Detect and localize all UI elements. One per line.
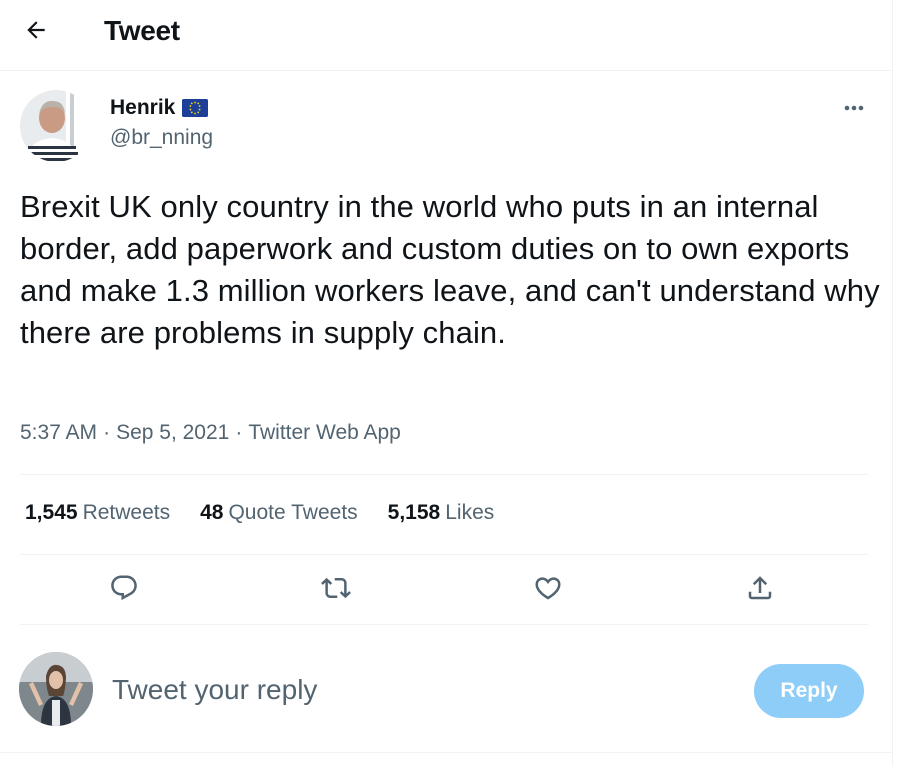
share-action-button[interactable]	[740, 570, 780, 610]
retweet-icon	[321, 573, 351, 608]
tweet-text: Brexit UK only country in the world who …	[20, 189, 880, 350]
tweet-meta: 5:37 AM · Sep 5, 2021 · Twitter Web App	[20, 421, 401, 445]
retweet-action-button[interactable]	[316, 570, 356, 610]
divider	[20, 474, 868, 475]
retweets-count: 1,545	[25, 501, 78, 524]
likes-stat[interactable]: 5,158 Likes	[388, 501, 495, 525]
author-handle[interactable]: @br_nning	[110, 126, 213, 150]
retweets-stat[interactable]: 1,545 Retweets	[25, 501, 170, 525]
like-action-button[interactable]	[528, 570, 568, 610]
tweet-detail-column: Tweet Henrik @br_nning Brexit UK only co…	[0, 0, 893, 766]
like-icon	[533, 573, 563, 608]
reply-button[interactable]: Reply	[754, 664, 864, 718]
meta-separator: ·	[235, 421, 243, 444]
reply-input[interactable]	[112, 674, 672, 706]
tweet-source[interactable]: Twitter Web App	[248, 421, 401, 445]
more-button[interactable]	[838, 96, 870, 120]
likes-label: Likes	[445, 501, 495, 524]
eu-flag-icon	[182, 99, 209, 117]
divider	[20, 624, 868, 625]
meta-separator: ·	[103, 421, 111, 444]
user-avatar[interactable]	[19, 652, 93, 726]
tweet-date[interactable]: Sep 5, 2021	[116, 421, 229, 445]
quote-tweets-count: 48	[200, 501, 224, 524]
page-header: Tweet	[0, 0, 892, 71]
tweet-stats: 1,545 Retweets 48 Quote Tweets 5,158 Likes	[25, 501, 524, 525]
arrow-left-icon	[23, 17, 49, 48]
author-name[interactable]: Henrik	[110, 96, 209, 120]
tweet-time[interactable]: 5:37 AM	[20, 421, 97, 445]
divider	[20, 554, 868, 555]
retweets-label: Retweets	[82, 501, 171, 524]
page-title: Tweet	[104, 15, 180, 46]
share-icon	[745, 573, 775, 608]
author-avatar[interactable]	[20, 90, 92, 162]
likes-count: 5,158	[387, 501, 441, 524]
reply-icon	[109, 573, 139, 608]
divider	[0, 752, 892, 753]
author-display-name: Henrik	[110, 96, 176, 119]
quote-tweets-label: Quote Tweets	[228, 501, 358, 524]
reply-action-button[interactable]	[104, 570, 144, 610]
more-icon	[838, 105, 870, 124]
quote-tweets-stat[interactable]: 48 Quote Tweets	[200, 501, 358, 525]
back-button[interactable]	[18, 14, 54, 50]
